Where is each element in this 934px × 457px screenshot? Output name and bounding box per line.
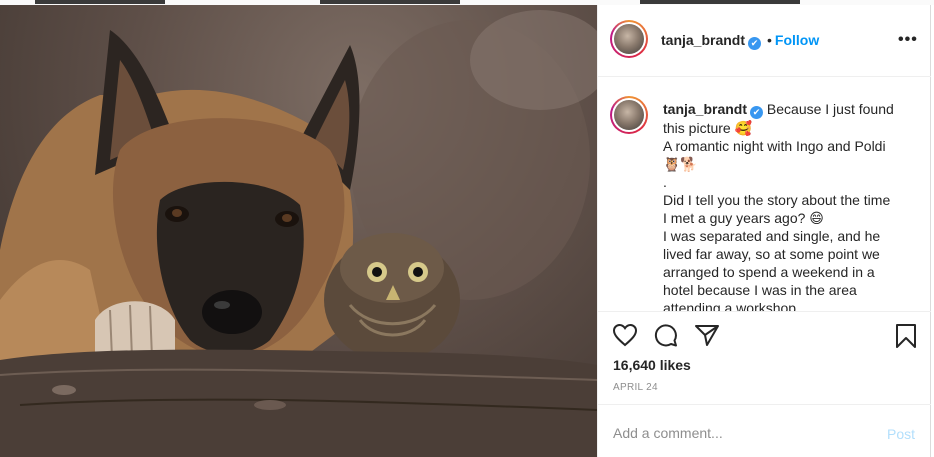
more-options-icon[interactable]: ••• <box>898 31 918 49</box>
caption-line: hotel because I was in the area <box>663 282 857 298</box>
dog-and-owl-image <box>0 10 597 457</box>
comments-area[interactable]: tanja_brandt ✔ Because I just found this … <box>598 78 931 312</box>
caption-line: Did I tell you the story about the time <box>663 192 891 208</box>
post-header: tanja_brandt ✔ • Follow ••• <box>598 5 931 77</box>
caption-verified-badge-icon: ✔ <box>750 106 764 119</box>
post-photo[interactable] <box>0 0 597 457</box>
caption-line: 🦉🐕 <box>663 156 698 172</box>
verified-badge-icon: ✔ <box>748 37 762 50</box>
post-date[interactable]: APRIL 24 <box>613 382 658 393</box>
post-comment-button[interactable]: Post <box>887 426 915 442</box>
caption-line: A romantic night with Ingo and Poldi <box>663 138 886 154</box>
instagram-post-viewer: tanja_brandt ✔ • Follow ••• tanja_brandt ✔ B… <box>0 0 934 457</box>
caption-line: lived far away, so at some point we <box>663 246 880 262</box>
caption-line: arranged to spend a weekend in a <box>663 264 875 280</box>
caption-username[interactable]: tanja_brandt <box>663 101 747 117</box>
post-side-panel: tanja_brandt ✔ • Follow ••• tanja_brandt ✔ B… <box>597 5 931 457</box>
caption-line: . <box>663 174 667 190</box>
author-username[interactable]: tanja_brandt <box>661 32 745 48</box>
likes-count[interactable]: 16,640 likes <box>613 357 691 373</box>
caption-author-avatar[interactable] <box>610 96 648 134</box>
caption-line: I was separated and single, and he <box>663 228 881 244</box>
paper-plane-icon[interactable] <box>694 323 720 347</box>
action-bar <box>598 312 931 362</box>
comment-input[interactable] <box>613 421 863 445</box>
comment-icon[interactable] <box>653 323 679 347</box>
author-info: tanja_brandt ✔ • Follow <box>661 32 819 50</box>
follow-button[interactable]: Follow <box>775 32 819 48</box>
post-caption: tanja_brandt ✔ Because I just found this … <box>663 100 915 312</box>
caption-line: Because I just found <box>766 101 894 117</box>
add-comment-section: Post <box>598 404 931 457</box>
bookmark-icon[interactable] <box>894 323 918 349</box>
heart-icon[interactable] <box>612 323 638 347</box>
caption-line: attending a workshop <box>663 300 797 312</box>
author-avatar[interactable] <box>610 20 648 58</box>
caption-line: I met a guy years ago? 😄 <box>663 210 824 226</box>
separator-dot: • <box>767 32 772 48</box>
caption-line: this picture 🥰 <box>663 120 753 136</box>
